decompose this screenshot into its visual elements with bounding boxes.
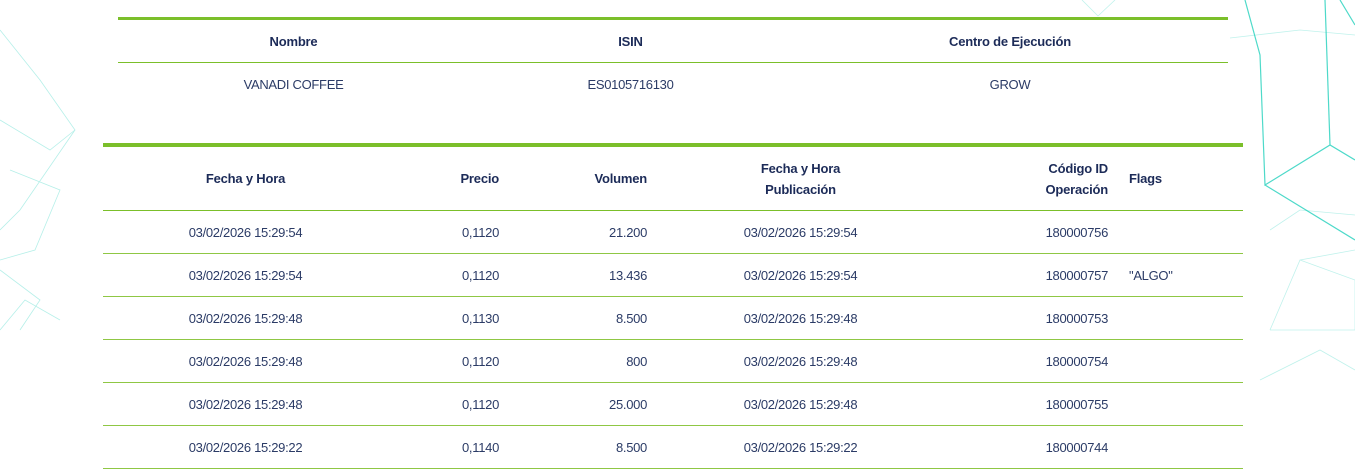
cell-published: 03/02/2026 15:29:54 — [648, 253, 953, 297]
cell-flags — [1109, 339, 1243, 383]
cell-flags — [1109, 382, 1243, 426]
cell-price: 0,1140 — [388, 425, 500, 469]
cell-published: 03/02/2026 15:29:48 — [648, 339, 953, 383]
header-volumen: Volumen — [500, 143, 648, 211]
header-nombre: Nombre — [118, 17, 469, 63]
table-row: 03/02/2026 15:29:48 0,1120 800 03/02/202… — [103, 339, 1243, 383]
cell-flags — [1109, 425, 1243, 469]
cell-flags: "ALGO" — [1109, 253, 1243, 297]
cell-op-id: 180000744 — [953, 425, 1109, 469]
instrument-venue: GROW — [989, 76, 1031, 92]
instrument-name: VANADI COFFEE — [243, 76, 344, 92]
cell-price: 0,1120 — [388, 382, 500, 426]
table-row: 03/02/2026 15:29:54 0,1120 21.200 03/02/… — [103, 210, 1243, 254]
instrument-value-row: VANADI COFFEE ES0105716130 GROW — [118, 63, 1228, 106]
trades-header-row: Fecha y Hora Precio Volumen Fecha y Hora… — [103, 143, 1243, 211]
instrument-header-row: Nombre ISIN Centro de Ejecución — [118, 17, 1228, 63]
cell-price: 0,1120 — [388, 253, 500, 297]
cell-published: 03/02/2026 15:29:48 — [648, 382, 953, 426]
cell-op-id: 180000754 — [953, 339, 1109, 383]
cell-op-id: 180000757 — [953, 253, 1109, 297]
cell-volume: 25.000 — [500, 382, 648, 426]
cell-datetime: 03/02/2026 15:29:54 — [103, 253, 388, 297]
cell-volume: 21.200 — [500, 210, 648, 254]
cell-flags — [1109, 210, 1243, 254]
header-centro-ejecucion: Centro de Ejecución — [792, 17, 1228, 63]
header-isin: ISIN — [469, 17, 792, 63]
header-codigo-id-operacion: Código ID Operación — [953, 143, 1109, 211]
cell-datetime: 03/02/2026 15:29:54 — [103, 210, 388, 254]
cell-published: 03/02/2026 15:29:48 — [648, 296, 953, 340]
cell-datetime: 03/02/2026 15:29:22 — [103, 425, 388, 469]
header-fecha-hora-publicacion: Fecha y Hora Publicación — [648, 143, 953, 211]
cell-price: 0,1130 — [388, 296, 500, 340]
cell-published: 03/02/2026 15:29:54 — [648, 210, 953, 254]
header-fecha-hora-publicacion-line2: Publicación — [765, 181, 836, 197]
cell-volume: 8.500 — [500, 296, 648, 340]
trades-table: Fecha y Hora Precio Volumen Fecha y Hora… — [103, 143, 1243, 469]
table-row: 03/02/2026 15:29:48 0,1120 25.000 03/02/… — [103, 382, 1243, 426]
cell-volume: 8.500 — [500, 425, 648, 469]
cell-op-id: 180000753 — [953, 296, 1109, 340]
cell-op-id: 180000755 — [953, 382, 1109, 426]
cell-price: 0,1120 — [388, 210, 500, 254]
header-codigo-id-line1: Código ID — [1048, 160, 1108, 176]
cell-datetime: 03/02/2026 15:29:48 — [103, 382, 388, 426]
header-codigo-id-line2: Operación — [1045, 181, 1109, 197]
header-precio: Precio — [388, 143, 500, 211]
cell-price: 0,1120 — [388, 339, 500, 383]
cell-volume: 800 — [500, 339, 648, 383]
instrument-info-table: Nombre ISIN Centro de Ejecución VANADI C… — [118, 17, 1228, 105]
cell-datetime: 03/02/2026 15:29:48 — [103, 296, 388, 340]
header-flags: Flags — [1109, 143, 1243, 211]
cell-datetime: 03/02/2026 15:29:48 — [103, 339, 388, 383]
cell-volume: 13.436 — [500, 253, 648, 297]
cell-op-id: 180000756 — [953, 210, 1109, 254]
cell-flags — [1109, 296, 1243, 340]
table-row: 03/02/2026 15:29:22 0,1140 8.500 03/02/2… — [103, 425, 1243, 469]
header-fecha-hora-publicacion-line1: Fecha y Hora — [760, 160, 841, 176]
table-row: 03/02/2026 15:29:54 0,1120 13.436 03/02/… — [103, 253, 1243, 297]
header-fecha-hora: Fecha y Hora — [103, 143, 388, 211]
cell-published: 03/02/2026 15:29:22 — [648, 425, 953, 469]
table-row: 03/02/2026 15:29:48 0,1130 8.500 03/02/2… — [103, 296, 1243, 340]
instrument-isin: ES0105716130 — [587, 76, 674, 92]
